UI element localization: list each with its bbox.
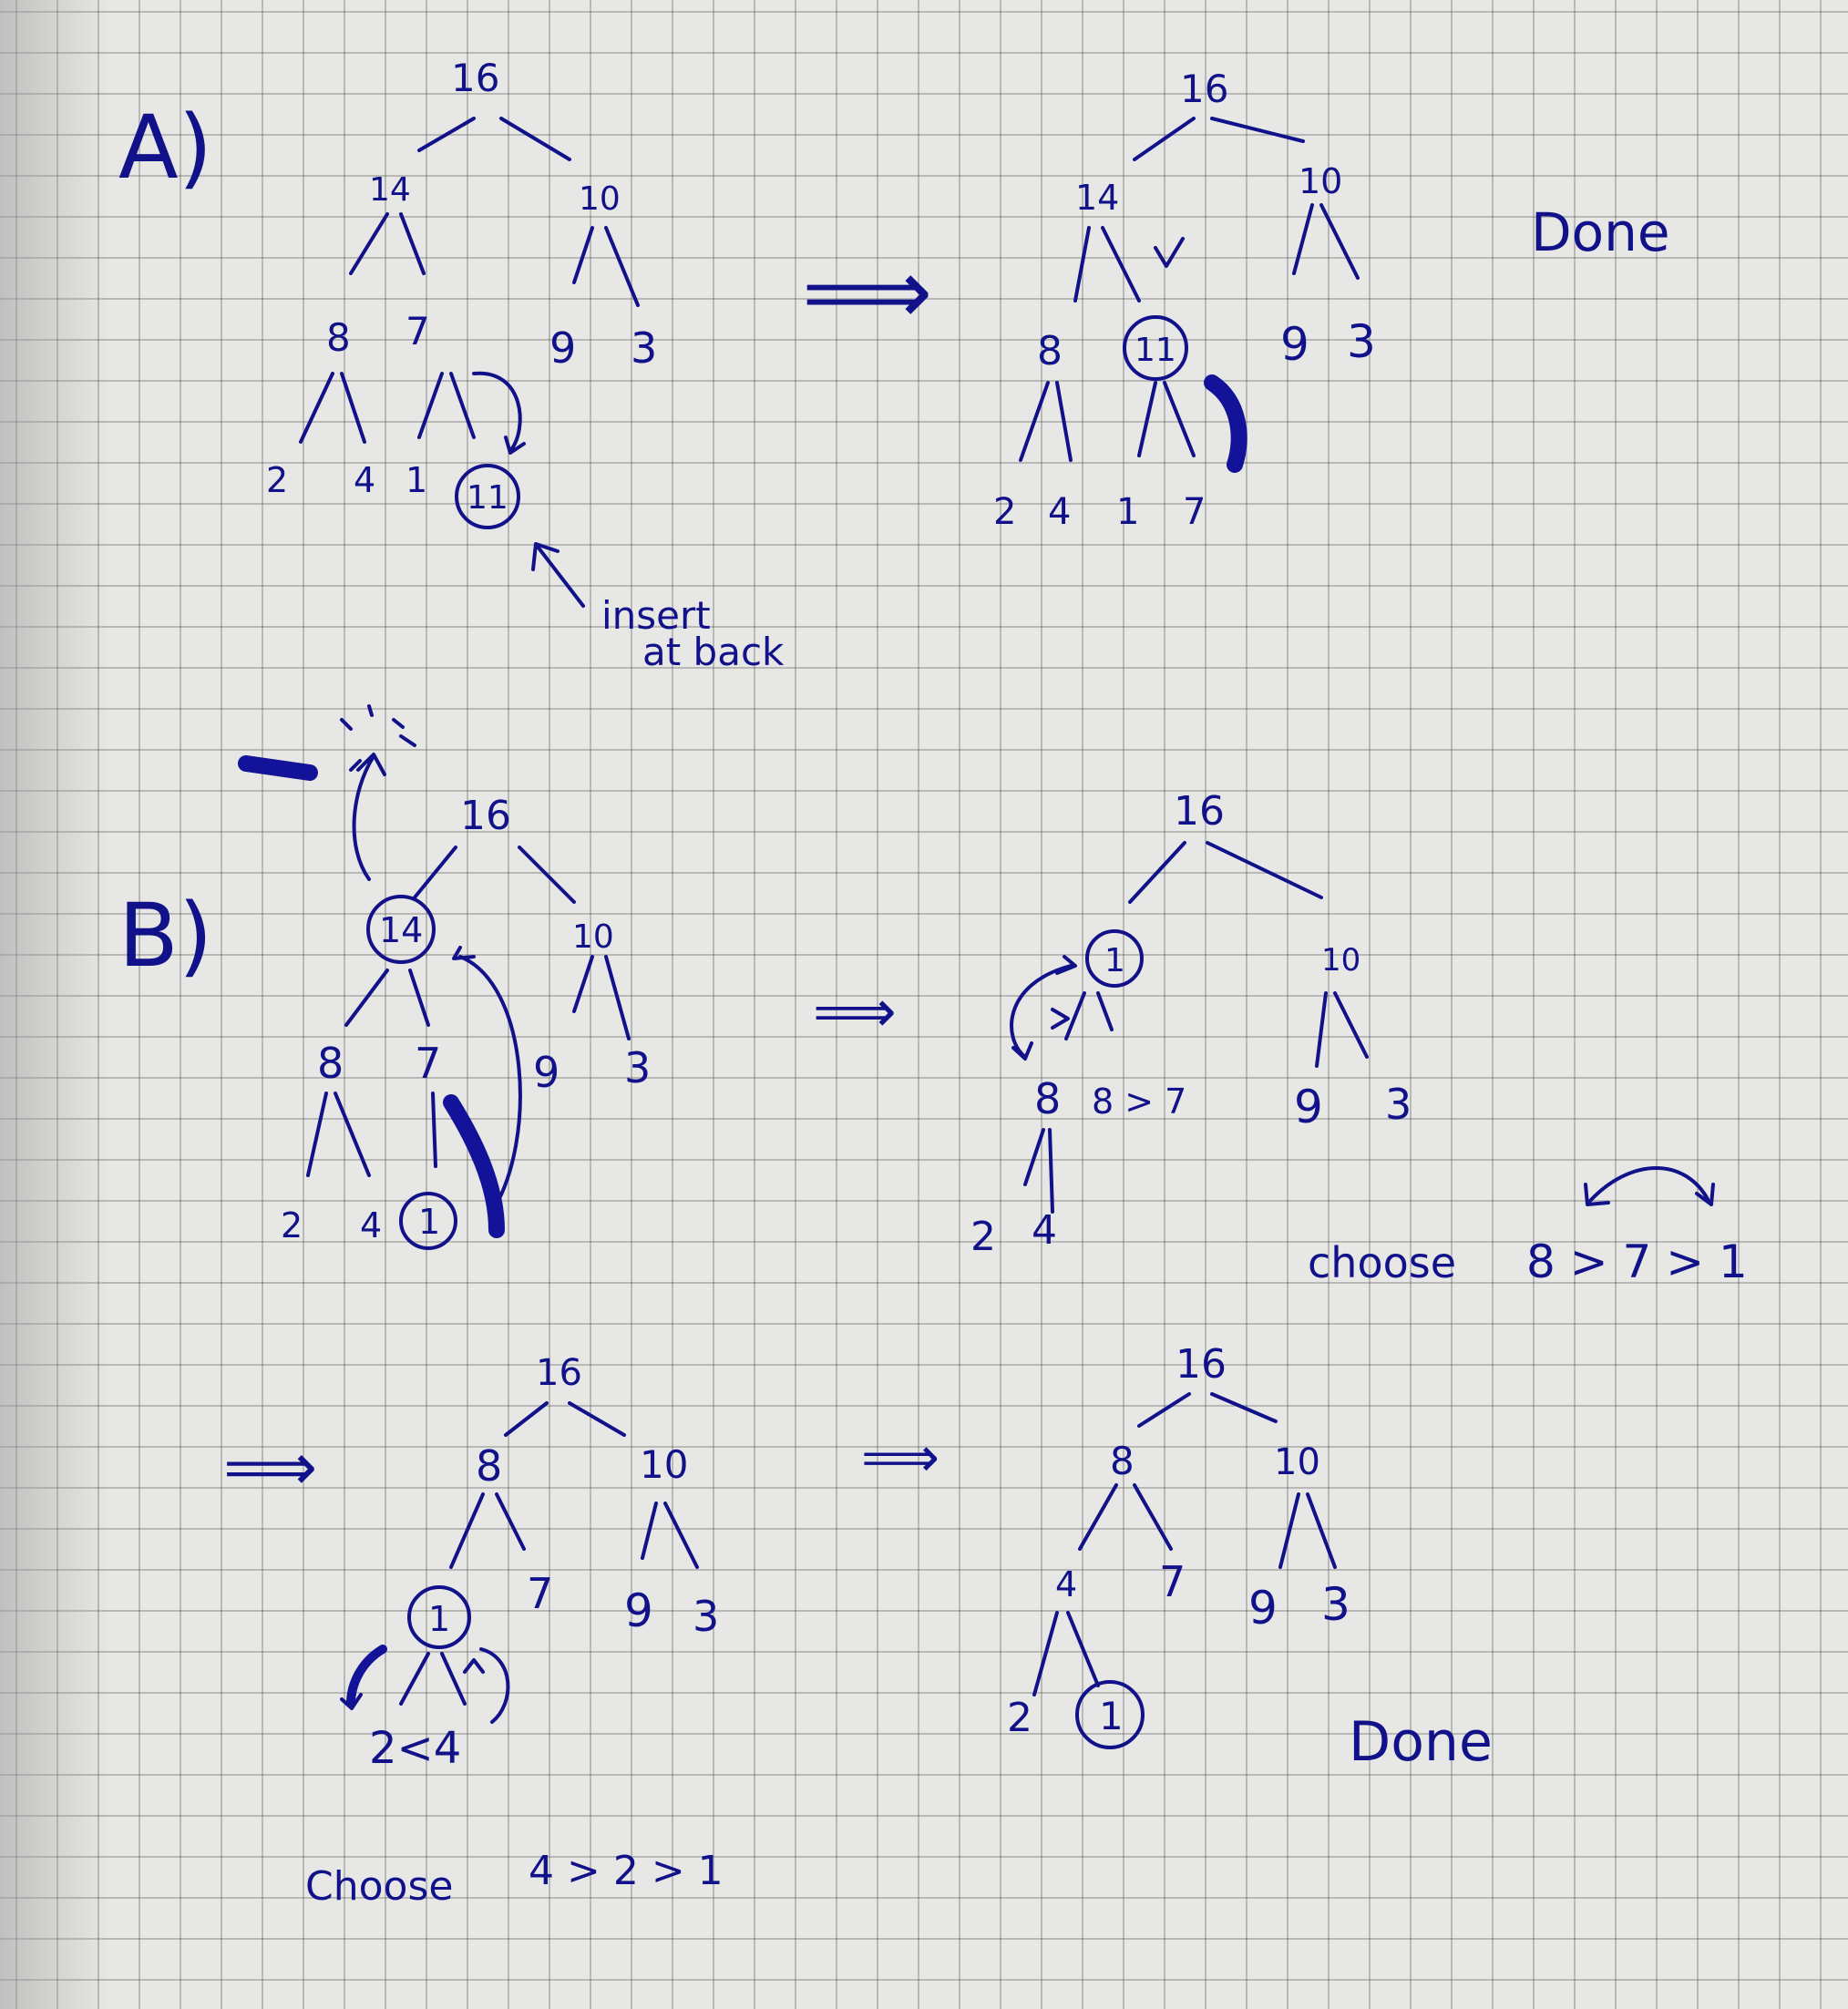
node-11: 11 xyxy=(1134,332,1176,369)
node-8: 8 xyxy=(326,315,351,360)
node-7: 7 xyxy=(527,1569,553,1618)
node-10: 10 xyxy=(640,1442,688,1487)
node-9: 9 xyxy=(1294,1081,1323,1133)
node-1: 1 xyxy=(1116,491,1139,533)
node-3: 3 xyxy=(624,1043,651,1092)
node-2: 2 xyxy=(970,1214,996,1260)
node-9: 9 xyxy=(1280,318,1309,371)
node-2: 2 xyxy=(281,1205,303,1245)
node-8: 8 xyxy=(1037,328,1063,374)
node-10: 10 xyxy=(1321,942,1360,979)
node-16: 16 xyxy=(451,56,499,100)
tree-b-step2: 16 8 10 1 7 9 3 2<4 xyxy=(340,1352,719,1774)
node-1: 1 xyxy=(428,1599,450,1639)
node-7: 7 xyxy=(415,1039,441,1088)
part-b-label: B) xyxy=(118,885,212,987)
step-arrow-b2: ⟹ xyxy=(223,1429,317,1505)
node-3: 3 xyxy=(1385,1080,1412,1129)
node-8: 8 xyxy=(317,1039,344,1088)
part-a-label: A) xyxy=(118,97,212,199)
node-4: 4 xyxy=(354,460,375,500)
tree-b-remove: 16 14 10 8 7 9 3 2 4 1 xyxy=(238,704,651,1250)
notebook-page: A) 16 14 10 8 7 9 3 2 4 1 11 insert at b… xyxy=(0,0,1848,2009)
compare-2-4: 2<4 xyxy=(369,1723,461,1774)
heap-diagram: A) 16 14 10 8 7 9 3 2 4 1 11 insert at b… xyxy=(118,56,1748,1910)
node-11: 11 xyxy=(467,479,508,517)
node-16: 16 xyxy=(1174,788,1225,835)
node-9: 9 xyxy=(533,1048,560,1097)
node-2: 2 xyxy=(993,491,1016,533)
at-back-label: at back xyxy=(642,630,785,674)
node-16: 16 xyxy=(1176,1341,1227,1388)
choose-order-2: 4 > 2 > 1 xyxy=(529,1848,724,1894)
compare-8-7: 8 > 7 xyxy=(1092,1081,1186,1122)
node-9: 9 xyxy=(624,1584,653,1637)
node-2: 2 xyxy=(266,460,288,500)
node-8: 8 xyxy=(1034,1074,1061,1123)
node-16: 16 xyxy=(1180,67,1228,111)
node-3: 3 xyxy=(1347,315,1376,368)
node-7: 7 xyxy=(1159,1557,1186,1606)
node-4: 4 xyxy=(1048,491,1071,533)
node-1: 1 xyxy=(1099,1694,1124,1738)
choose-label-1: choose xyxy=(1308,1238,1456,1287)
node-3: 3 xyxy=(631,323,657,373)
node-3: 3 xyxy=(693,1592,719,1641)
node-3: 3 xyxy=(1321,1578,1350,1631)
node-10: 10 xyxy=(1274,1441,1320,1483)
node-9: 9 xyxy=(549,323,576,373)
tree-b-final: 16 8 10 4 7 9 3 2 1 xyxy=(1007,1341,1350,1749)
done-label-a: Done xyxy=(1531,201,1670,263)
node-14: 14 xyxy=(369,171,411,209)
node-10: 10 xyxy=(1299,161,1342,201)
node-1: 1 xyxy=(1104,942,1125,979)
swap-arrow xyxy=(1588,1166,1710,1203)
node-16: 16 xyxy=(536,1352,582,1394)
step-arrow-b1: ⟹ xyxy=(813,979,897,1046)
node-2: 2 xyxy=(1007,1695,1032,1741)
node-7: 7 xyxy=(1183,491,1206,533)
node-8: 8 xyxy=(1110,1439,1134,1483)
node-4: 4 xyxy=(1055,1564,1077,1604)
node-10: 10 xyxy=(579,180,621,218)
choose-order-1: 8 > 7 > 1 xyxy=(1526,1235,1748,1288)
tree-b-step1: 16 1 10 8 8 > 7 9 3 2 4 xyxy=(970,788,1412,1260)
step-arrow-a: ⟹ xyxy=(802,239,932,345)
choose-label-2: Choose xyxy=(305,1863,453,1910)
node-4: 4 xyxy=(1032,1207,1057,1254)
node-9: 9 xyxy=(1248,1582,1278,1635)
node-14: 14 xyxy=(1075,178,1119,218)
node-7: 7 xyxy=(406,309,430,354)
node-10: 10 xyxy=(572,918,614,956)
step-arrow-b3: ⟹ xyxy=(861,1426,939,1490)
node-16: 16 xyxy=(460,793,511,839)
tree-a-after: 16 14 10 8 11 9 3 2 4 1 7 xyxy=(993,67,1376,533)
node-1: 1 xyxy=(418,1202,440,1242)
node-14: 14 xyxy=(379,910,423,950)
done-label-b: Done xyxy=(1349,1710,1493,1774)
node-8: 8 xyxy=(476,1441,502,1491)
node-1: 1 xyxy=(406,460,427,500)
node-4: 4 xyxy=(360,1205,382,1245)
tree-a-before: 16 14 10 8 7 9 3 2 4 1 11 insert at back xyxy=(266,56,785,674)
